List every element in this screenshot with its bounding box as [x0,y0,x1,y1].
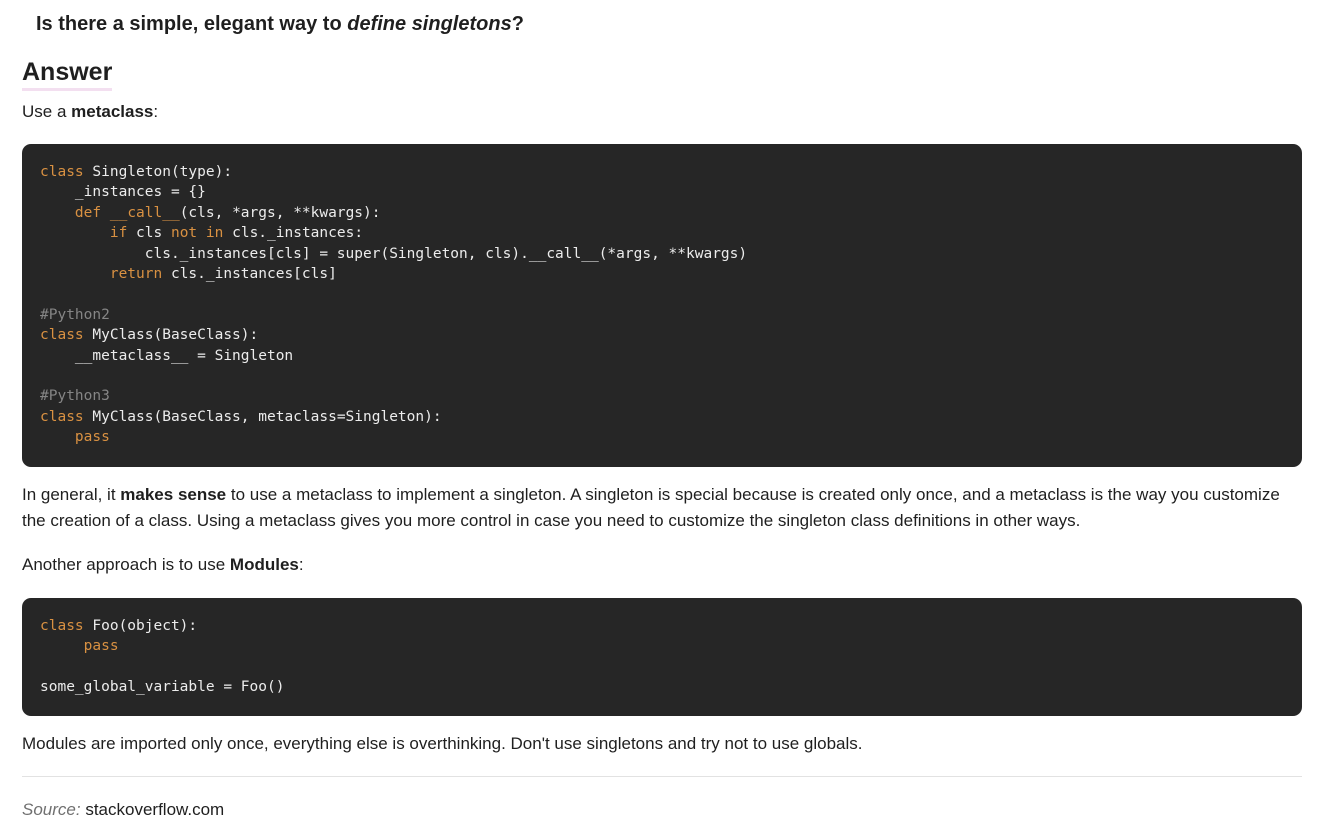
source-line: Source: stackoverflow.com [22,797,224,823]
code-comment: #Python3 [40,388,110,405]
code-line: class Foo(object): [40,618,197,634]
code-line: if cls not in cls._instances: [40,225,363,241]
code-line: def __call__(cls, *args, **kwargs): [40,205,381,221]
code-line: class MyClass(BaseClass): [40,327,258,343]
modules-note: Modules are imported only once, everythi… [22,734,863,753]
code-line: _instances = {} [40,184,206,200]
code-token: Singleton(type): [83,164,233,180]
code-token: cls [127,225,171,242]
code-keyword: class [40,164,84,180]
divider [22,776,1302,777]
code-keyword: class [40,327,84,344]
code-block-metaclass[interactable]: class Singleton(type): _instances = {} d… [22,144,1302,467]
code-line: #Python3 [40,388,110,404]
code-line: #Python2 [40,307,110,323]
code-token: cls._instances: [223,225,364,242]
another-approach-paragraph: Another approach is to use Modules: [22,552,304,578]
code-keyword: class [40,408,84,425]
code-line: class Singleton(type): [40,164,232,180]
another-tail: : [298,555,304,574]
code-keyword: def [74,204,102,221]
question-prefix: Is there a simple, elegant way to [36,13,348,35]
another-text: Another approach is to use [22,555,230,574]
question-suffix: ? [511,13,524,35]
code-line: pass [40,429,110,445]
code-keyword: pass [74,429,110,446]
code-token: Foo(object): [83,618,198,634]
another-bold: Modules [229,555,299,574]
source-link[interactable]: stackoverflow.com [85,800,224,819]
question-title: Is there a simple, elegant way to define… [36,10,524,38]
code-keyword: if [109,225,128,242]
code-keyword: in [205,225,224,242]
source-label: Source: [22,800,81,819]
code-keyword: not [170,225,198,242]
code-keyword: __call__ [109,204,180,221]
general-text: In general, it [22,485,121,504]
general-paragraph: In general, it makes sense to use a meta… [22,482,1307,534]
general-bold: makes sense [120,485,227,504]
code-keyword: class [40,618,84,634]
code-line: class MyClass(BaseClass, metaclass=Singl… [40,409,442,425]
code-token: MyClass(BaseClass): [83,327,259,344]
intro-paragraph: Use a metaclass: [22,99,158,125]
intro-bold: metaclass [71,102,154,121]
answer-heading: Answer [22,56,113,91]
intro-text: Use a [22,102,72,121]
code-token: MyClass(BaseClass, metaclass=Singleton): [83,408,442,425]
answer-page: Is there a simple, elegant way to define… [0,0,1324,840]
intro-tail: : [153,102,159,121]
code-token: (cls, *args, **kwargs): [179,204,381,221]
code-token: some_global_variable = Foo() [40,679,285,696]
code-keyword: pass [83,638,119,655]
code-block-modules[interactable]: class Foo(object): pass some_global_vari… [22,598,1302,716]
question-emphasis: define singletons [347,13,512,35]
code-token: _instances = {} [40,184,206,201]
code-line: cls._instances[cls] = super(Singleton, c… [40,246,747,262]
code-line: __metaclass__ = Singleton [40,348,293,364]
code-line: return cls._instances[cls] [40,266,337,282]
code-line: pass [40,638,119,654]
code-keyword: return [109,266,163,283]
code-token: cls._instances[cls] = super(Singleton, c… [40,245,748,262]
code-token: cls._instances[cls] [162,266,337,283]
code-token: __metaclass__ = Singleton [40,347,294,364]
code-line: some_global_variable = Foo() [40,679,284,695]
code-comment: #Python2 [40,306,110,323]
